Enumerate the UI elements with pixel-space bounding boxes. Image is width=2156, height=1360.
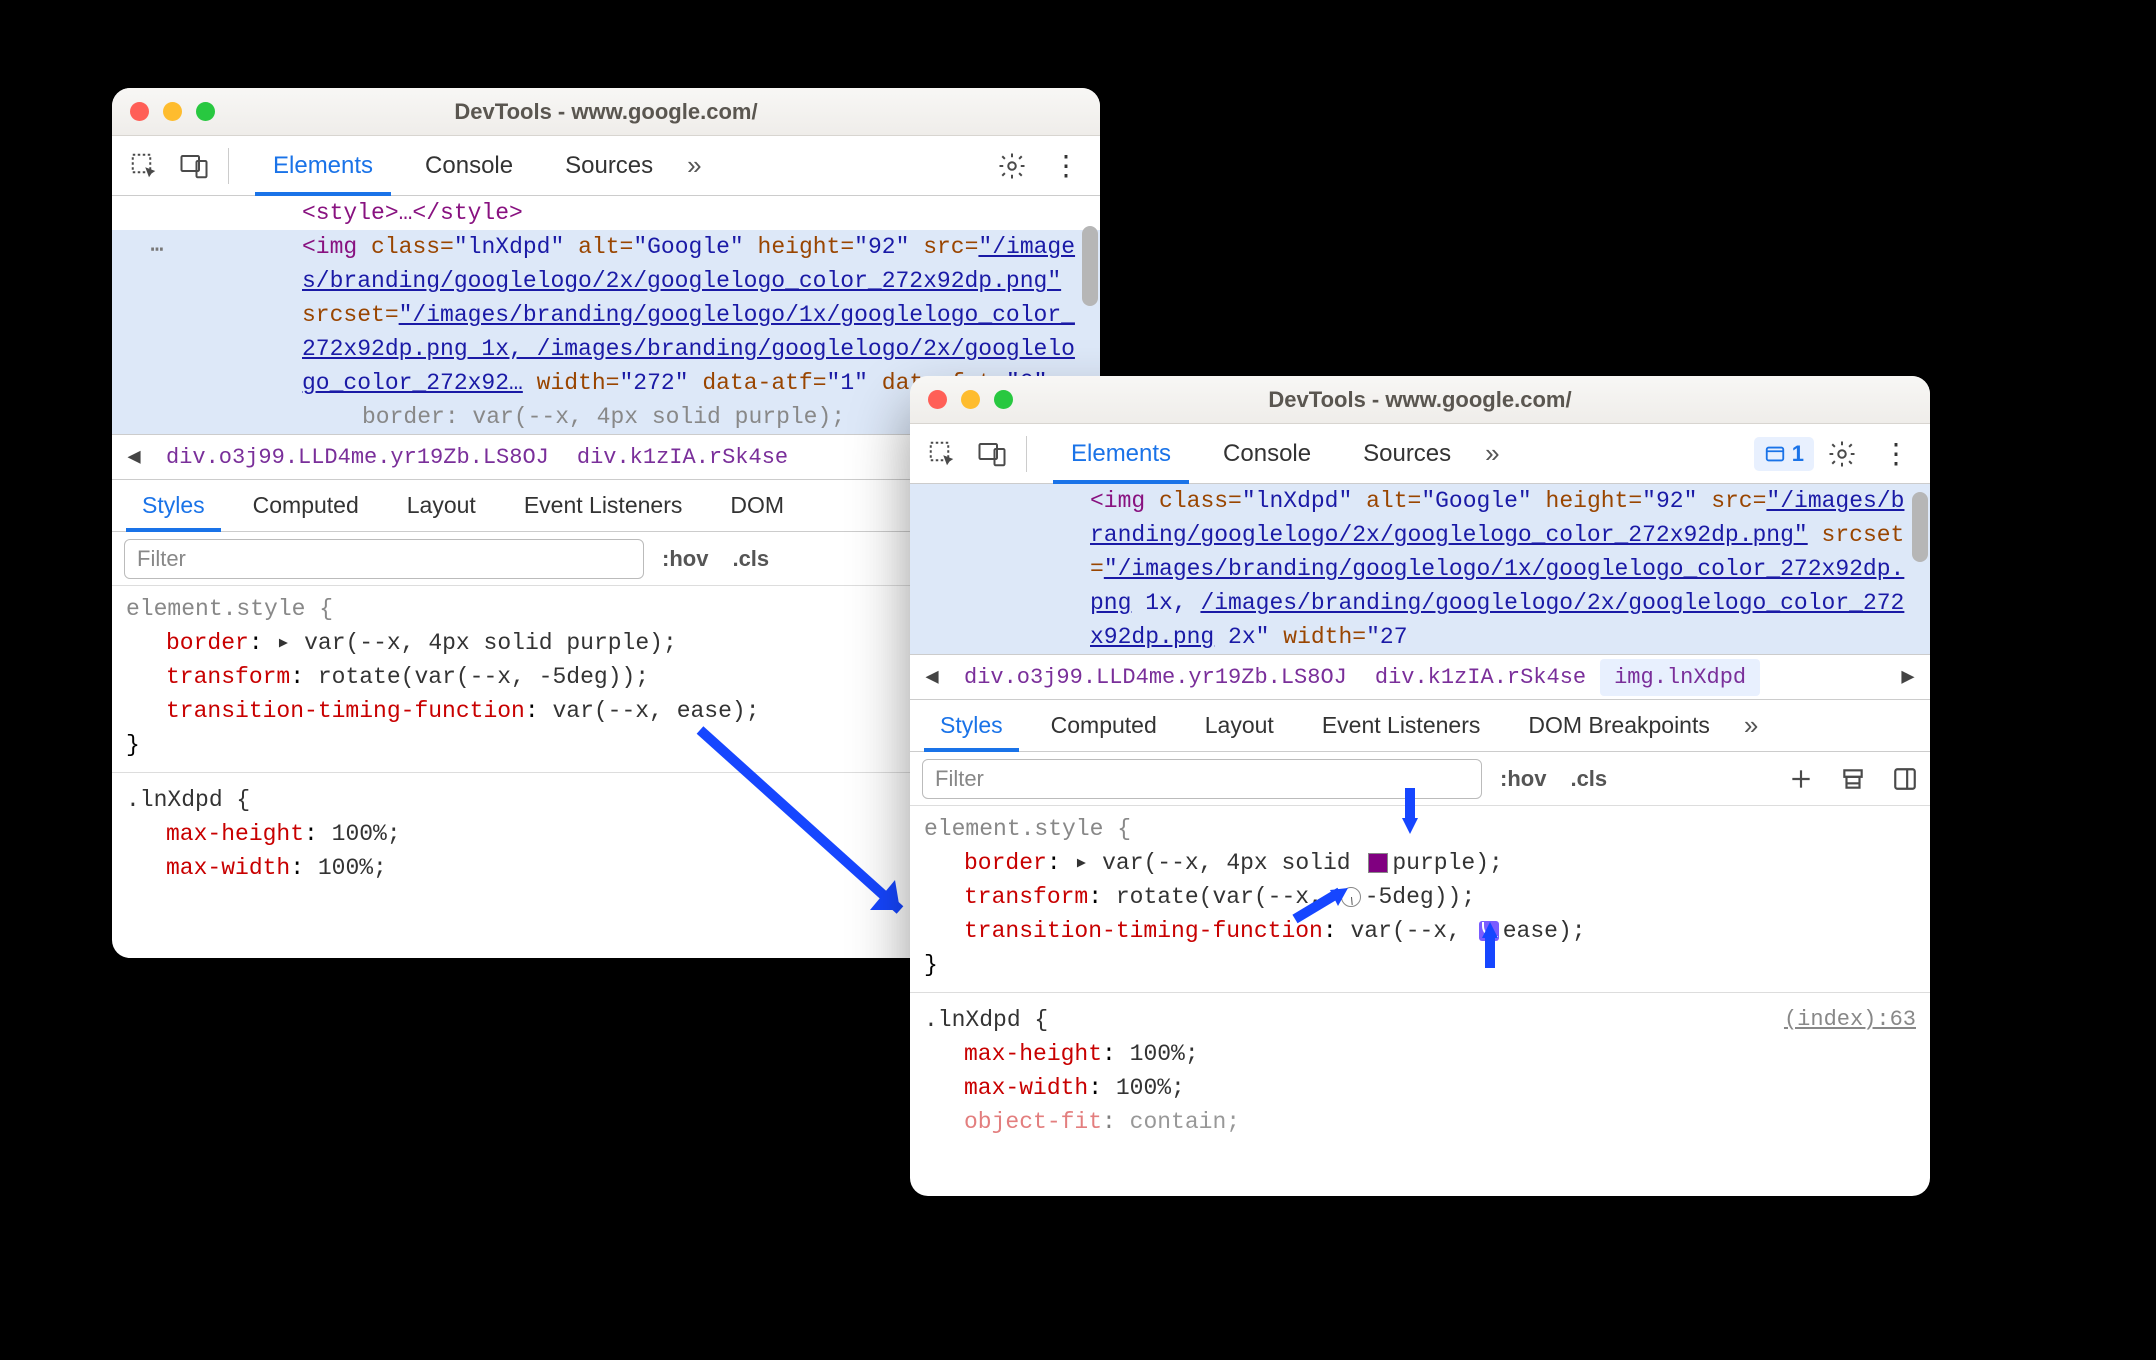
attr-data-atf: data-atf= [702, 370, 826, 396]
attr-alt: alt= [578, 234, 633, 260]
vertical-scrollbar[interactable] [1082, 226, 1098, 306]
device-toggle-icon[interactable] [970, 432, 1014, 476]
subtab-dom-breakpoints[interactable]: DOM Breakpoints [1506, 700, 1732, 751]
hov-toggle[interactable]: :hov [1494, 766, 1552, 792]
decl-max-width[interactable]: max-width: 100%; [924, 1071, 1916, 1105]
crumb-prev-icon[interactable]: ◀ [914, 664, 950, 690]
subtab-computed[interactable]: Computed [1029, 700, 1179, 751]
zoom-icon[interactable] [994, 390, 1013, 409]
source-link[interactable]: (index):63 [1784, 1003, 1916, 1037]
subtab-styles[interactable]: Styles [918, 700, 1025, 751]
angle-swatch-icon[interactable] [1341, 887, 1361, 907]
collapse-icon[interactable]: ⋯ [112, 230, 202, 434]
devtools-toolbar: Elements Console Sources » 1 ⋮ [910, 424, 1930, 484]
more-subtabs-icon[interactable]: » [1736, 710, 1766, 741]
tab-console[interactable]: Console [1197, 424, 1337, 483]
settings-icon[interactable] [990, 144, 1034, 188]
crumb-next-icon[interactable]: ▶ [1890, 664, 1926, 690]
hov-toggle[interactable]: :hov [656, 546, 714, 572]
kebab-menu-icon[interactable]: ⋮ [1040, 149, 1090, 182]
tab-sources[interactable]: Sources [1337, 424, 1477, 483]
crumb-prev-icon[interactable]: ◀ [116, 444, 152, 470]
zoom-icon[interactable] [196, 102, 215, 121]
easing-swatch-icon[interactable] [1479, 921, 1499, 941]
subtab-layout[interactable]: Layout [1183, 700, 1296, 751]
attr-height: height= [758, 234, 855, 260]
decl-object-fit[interactable]: object-fit: contain; [924, 1105, 1916, 1139]
inspect-element-icon[interactable] [122, 144, 166, 188]
tab-sources[interactable]: Sources [539, 136, 679, 195]
device-toggle-icon[interactable] [172, 144, 216, 188]
tab-console[interactable]: Console [399, 136, 539, 195]
traffic-lights [928, 390, 1013, 409]
rule-close: } [924, 948, 1916, 982]
crumb-item-active[interactable]: img.lnXdpd [1600, 659, 1760, 696]
cls-toggle[interactable]: .cls [1564, 766, 1613, 792]
titlebar[interactable]: DevTools - www.google.com/ [910, 376, 1930, 424]
decl-border[interactable]: border: ▸ var(--x, 4px solid purple); [924, 846, 1916, 880]
settings-icon[interactable] [1820, 432, 1864, 476]
rule-lnXdpd[interactable]: .lnXdpd { [924, 1007, 1048, 1033]
inspect-element-icon[interactable] [920, 432, 964, 476]
more-tabs-icon[interactable]: » [679, 150, 709, 181]
kebab-menu-icon[interactable]: ⋮ [1870, 437, 1920, 470]
vertical-scrollbar[interactable] [1912, 492, 1928, 562]
close-icon[interactable] [928, 390, 947, 409]
prev-style-tag: <style>…</style> [302, 200, 523, 226]
rule-element-style[interactable]: element.style { [924, 812, 1916, 846]
decl-transition-timing[interactable]: transition-timing-function: var(--x, eas… [924, 914, 1916, 948]
subtab-event-listeners[interactable]: Event Listeners [502, 480, 705, 531]
attr-class: class= [371, 234, 454, 260]
window-title: DevTools - www.google.com/ [910, 387, 1930, 413]
dom-tree-row-prev[interactable]: <style>…</style> [112, 196, 1100, 230]
panel-tabs: Elements Console Sources » [1045, 424, 1508, 483]
subtab-computed[interactable]: Computed [231, 480, 381, 531]
styles-subtabs: Styles Computed Layout Event Listeners D… [910, 700, 1930, 752]
devtools-window-right: DevTools - www.google.com/ Elements Cons… [910, 376, 1930, 1196]
issues-count: 1 [1792, 441, 1804, 467]
new-style-rule-icon[interactable] [1788, 766, 1814, 792]
decl-max-height[interactable]: max-height: 100%; [924, 1037, 1916, 1071]
dom-tree-row-selected[interactable]: <img class="lnXdpd" alt="Google" height=… [910, 484, 1930, 654]
img-tag: <img [302, 234, 357, 260]
crumb-item[interactable]: div.o3j99.LLD4me.yr19Zb.LS8OJ [152, 445, 563, 470]
cls-toggle[interactable]: .cls [726, 546, 775, 572]
crumb-item[interactable]: div.o3j99.LLD4me.yr19Zb.LS8OJ [950, 665, 1361, 690]
subtab-event-listeners[interactable]: Event Listeners [1300, 700, 1503, 751]
close-icon[interactable] [130, 102, 149, 121]
attr-width: width= [537, 370, 620, 396]
subtab-styles[interactable]: Styles [120, 480, 227, 531]
issues-indicator[interactable]: 1 [1754, 437, 1814, 471]
devtools-toolbar: Elements Console Sources » ⋮ [112, 136, 1100, 196]
color-swatch-icon[interactable] [1368, 853, 1388, 873]
more-tabs-icon[interactable]: » [1477, 438, 1507, 469]
styles-pane: element.style { border: ▸ var(--x, 4px s… [910, 806, 1930, 1157]
minimize-icon[interactable] [163, 102, 182, 121]
traffic-lights [130, 102, 215, 121]
computed-sidebar-icon[interactable] [1892, 766, 1918, 792]
img-tag: <img [1090, 488, 1145, 514]
tab-elements[interactable]: Elements [1045, 424, 1197, 483]
titlebar[interactable]: DevTools - www.google.com/ [112, 88, 1100, 136]
window-title: DevTools - www.google.com/ [112, 99, 1100, 125]
filter-input[interactable]: Filter [124, 539, 644, 579]
decl-transform[interactable]: transform: rotate(var(--x, -5deg)); [924, 880, 1916, 914]
minimize-icon[interactable] [961, 390, 980, 409]
crumb-item[interactable]: div.k1zIA.rSk4se [563, 445, 802, 470]
subtab-layout[interactable]: Layout [385, 480, 498, 531]
tab-elements[interactable]: Elements [247, 136, 399, 195]
attr-srcset: srcset= [302, 302, 399, 328]
styles-filter-bar: Filter :hov .cls [910, 752, 1930, 806]
filter-input[interactable]: Filter [922, 759, 1482, 799]
attr-src: src= [923, 234, 978, 260]
panel-tabs: Elements Console Sources » [247, 136, 710, 195]
crumb-item[interactable]: div.k1zIA.rSk4se [1361, 665, 1600, 690]
subtab-dom[interactable]: DOM [708, 480, 806, 531]
breadcrumb: ◀ div.o3j99.LLD4me.yr19Zb.LS8OJ div.k1zI… [910, 654, 1930, 700]
print-media-icon[interactable] [1840, 766, 1866, 792]
